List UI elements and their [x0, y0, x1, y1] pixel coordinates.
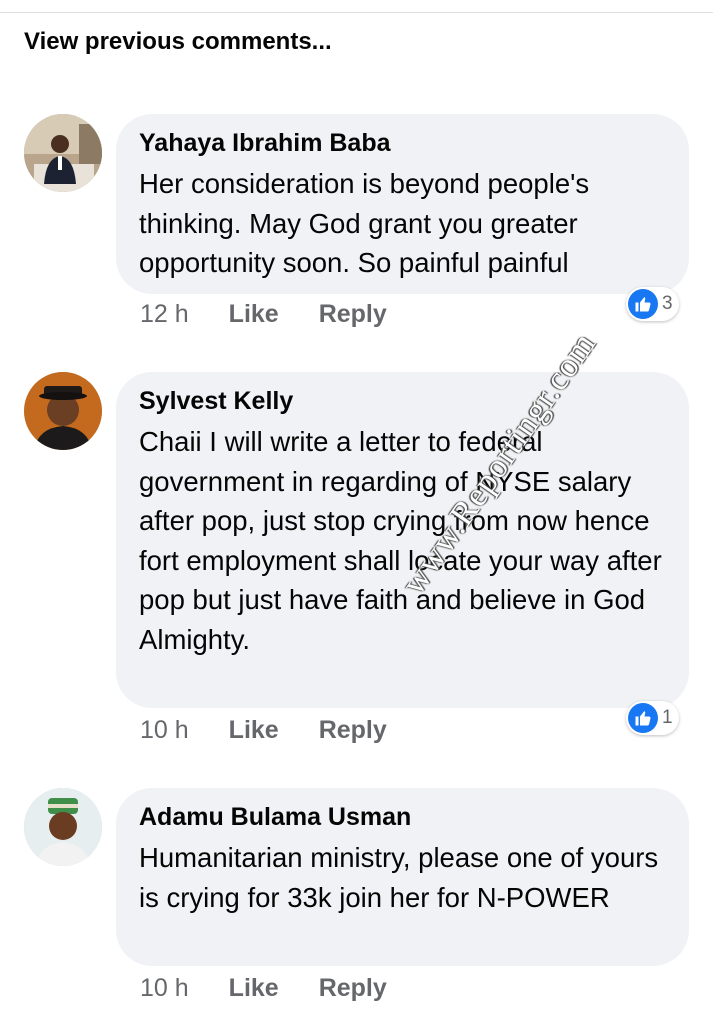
comment-bubble: Yahaya Ibrahim Baba Her consideration is…	[116, 114, 689, 294]
reply-button[interactable]: Reply	[319, 974, 387, 1003]
like-button[interactable]: Like	[229, 974, 279, 1003]
comment-actions: 10 h Like Reply	[140, 974, 427, 1003]
thumbs-up-icon	[628, 289, 658, 319]
reaction-summary[interactable]: 3	[626, 287, 679, 321]
comment-author[interactable]: Sylvest Kelly	[139, 386, 669, 416]
comment-timestamp[interactable]: 12 h	[140, 300, 189, 329]
reply-button[interactable]: Reply	[319, 716, 387, 745]
avatar[interactable]	[24, 788, 102, 866]
reaction-count: 3	[662, 293, 673, 314]
comment-actions: 10 h Like Reply	[140, 716, 427, 745]
view-previous-comments-link[interactable]: View previous comments...	[24, 28, 332, 56]
reaction-summary[interactable]: 1	[626, 701, 679, 735]
reply-button[interactable]: Reply	[319, 300, 387, 329]
comment-timestamp[interactable]: 10 h	[140, 716, 189, 745]
avatar[interactable]	[24, 372, 102, 450]
comment-author[interactable]: Adamu Bulama Usman	[139, 802, 669, 832]
comment-timestamp[interactable]: 10 h	[140, 974, 189, 1003]
comment-author[interactable]: Yahaya Ibrahim Baba	[139, 128, 669, 158]
thumbs-up-icon	[628, 703, 658, 733]
comment-bubble: Sylvest Kelly Chaii I will write a lette…	[116, 372, 689, 708]
comment-text: Her consideration is beyond people's thi…	[139, 168, 590, 278]
like-button[interactable]: Like	[229, 716, 279, 745]
comment-bubble: Adamu Bulama Usman Humanitarian ministry…	[116, 788, 689, 966]
comment-text: Humanitarian ministry, please one of you…	[139, 842, 659, 913]
like-button[interactable]: Like	[229, 300, 279, 329]
avatar[interactable]	[24, 114, 102, 192]
top-divider	[0, 12, 713, 13]
comment-text: Chaii I will write a letter to federal g…	[139, 426, 662, 655]
reaction-count: 1	[662, 707, 673, 728]
comment-actions: 12 h Like Reply	[140, 300, 427, 329]
